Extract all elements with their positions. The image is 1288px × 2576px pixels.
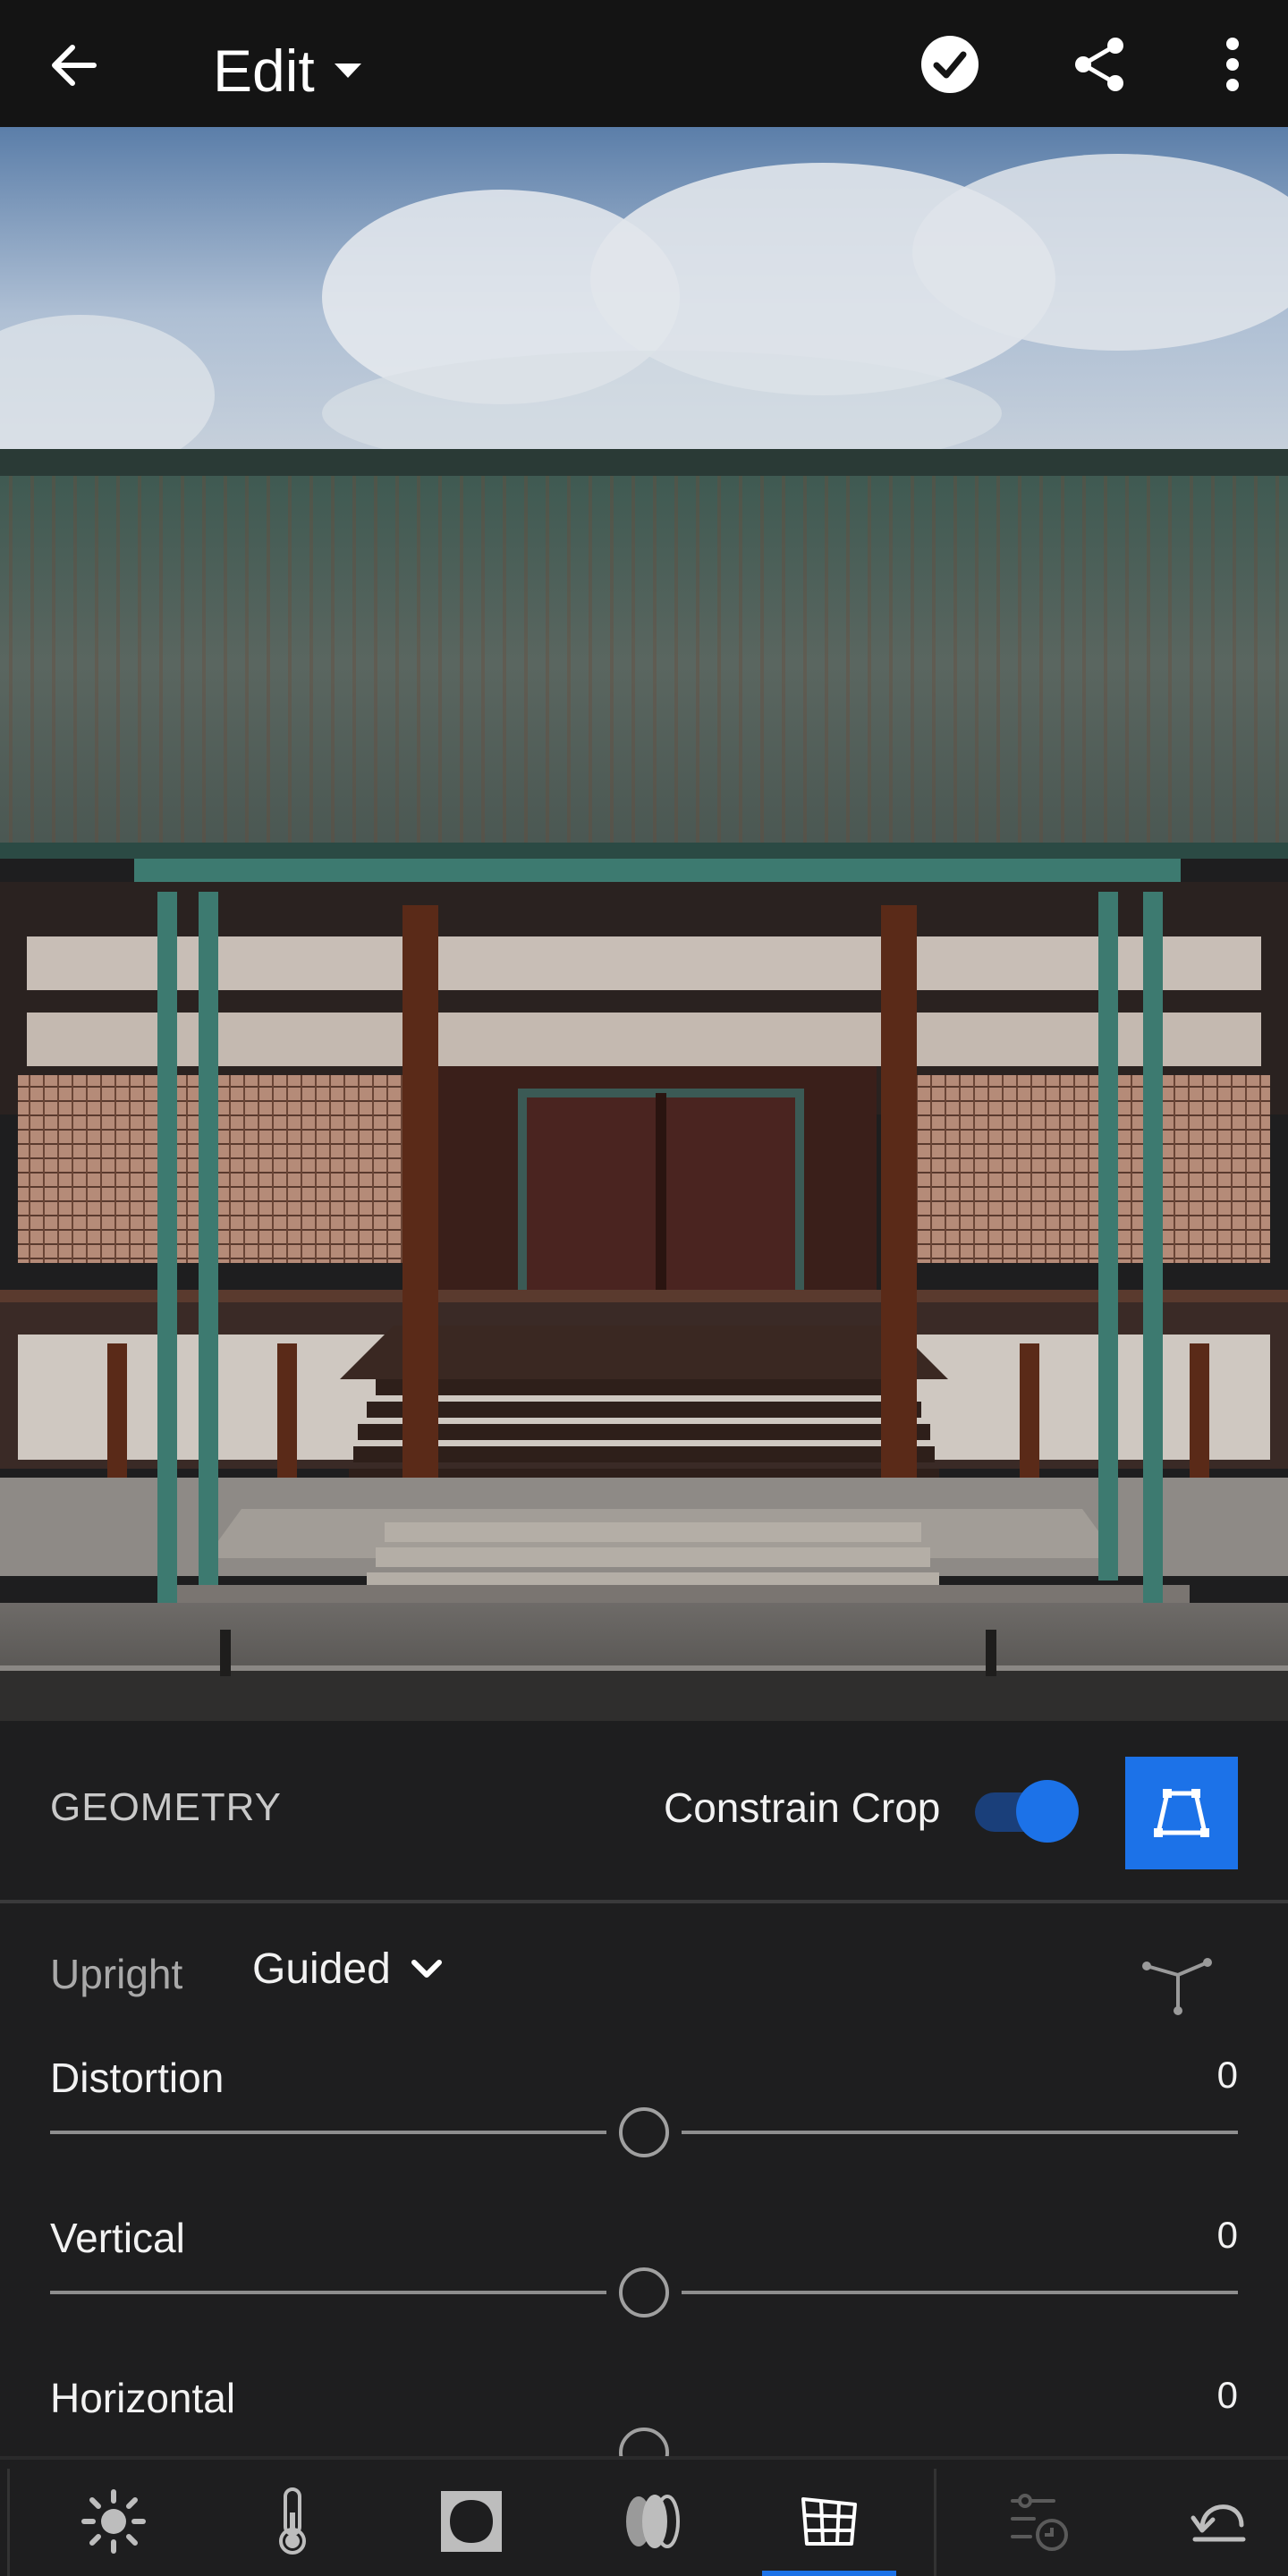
back-arrow-icon xyxy=(52,45,97,86)
tool-optics[interactable] xyxy=(610,2481,691,2562)
guided-upright-tool-button[interactable] xyxy=(1138,1939,1218,2020)
back-button[interactable] xyxy=(36,27,113,104)
tool-effects[interactable] xyxy=(431,2481,512,2562)
more-options-button[interactable] xyxy=(1195,27,1270,102)
toolbar-divider xyxy=(7,2469,10,2576)
distortion-track-right[interactable] xyxy=(682,2131,1238,2134)
toolbar-divider xyxy=(934,2469,936,2576)
horizontal-slider-row: Horizontal 0 xyxy=(50,2374,1238,2456)
distortion-track-left[interactable] xyxy=(50,2131,606,2134)
dropdown-caret-icon xyxy=(334,64,361,78)
vertical-track-left[interactable] xyxy=(50,2291,606,2294)
vertical-value[interactable]: 0 xyxy=(1217,2214,1238,2257)
undo-icon xyxy=(1191,2504,1246,2542)
more-vertical-icon xyxy=(1226,38,1239,91)
panel-header: GEOMETRY Constrain Crop xyxy=(0,1721,1288,1903)
share-button[interactable] xyxy=(1063,27,1138,102)
vertical-slider-row: Vertical 0 xyxy=(50,2214,1238,2330)
done-button[interactable] xyxy=(912,27,987,102)
vertical-slider-thumb[interactable] xyxy=(619,2267,669,2318)
perspective-transform-icon xyxy=(1154,1789,1209,1837)
horizontal-value[interactable]: 0 xyxy=(1217,2374,1238,2417)
guided-upright-icon xyxy=(1142,1958,1212,2015)
tool-geometry[interactable] xyxy=(789,2481,869,2562)
top-app-bar: Edit xyxy=(0,0,1288,127)
transform-tool-button[interactable] xyxy=(1125,1757,1238,1869)
lens-icon xyxy=(626,2495,680,2548)
horizontal-label: Horizontal xyxy=(50,2375,236,2421)
distortion-value[interactable]: 0 xyxy=(1217,2054,1238,2097)
presets-icon xyxy=(1011,2494,1068,2551)
toggle-thumb xyxy=(1016,1780,1079,1843)
tool-color[interactable] xyxy=(252,2481,333,2562)
active-tool-indicator xyxy=(762,2571,896,2576)
distortion-label: Distortion xyxy=(50,2055,225,2101)
bottom-toolbar xyxy=(0,2456,1288,2576)
geometry-icon xyxy=(801,2497,857,2546)
thermometer-icon xyxy=(279,2487,306,2555)
distortion-slider-thumb[interactable] xyxy=(619,2107,669,2157)
upright-value: Guided xyxy=(252,1945,391,1993)
tool-presets[interactable] xyxy=(1000,2481,1080,2562)
checkmark-circle-icon xyxy=(921,36,979,93)
geometry-panel: GEOMETRY Constrain Crop Upright Guided D… xyxy=(0,1721,1288,2456)
photo-canvas[interactable] xyxy=(0,127,1288,1721)
share-icon xyxy=(1075,38,1123,91)
page-title: Edit xyxy=(213,38,315,104)
distortion-slider-row: Distortion 0 xyxy=(50,2054,1238,2170)
vertical-track-right[interactable] xyxy=(682,2291,1238,2294)
light-icon xyxy=(81,2489,146,2554)
horizontal-slider-thumb[interactable] xyxy=(619,2428,669,2456)
tool-undo[interactable] xyxy=(1179,2481,1259,2562)
section-title: GEOMETRY xyxy=(50,1785,283,1829)
constrain-crop-toggle[interactable] xyxy=(971,1780,1079,1843)
edit-mode-dropdown[interactable]: Edit xyxy=(213,32,363,109)
chevron-down-icon xyxy=(411,1959,442,1978)
tool-light[interactable] xyxy=(73,2481,154,2562)
vertical-label: Vertical xyxy=(50,2215,185,2261)
constrain-crop-label: Constrain Crop xyxy=(664,1784,941,1831)
upright-mode-dropdown[interactable]: Guided xyxy=(252,1945,443,1994)
temple-photo xyxy=(0,127,1288,1721)
vignette-icon xyxy=(441,2491,502,2552)
upright-label: Upright xyxy=(50,1951,183,1997)
